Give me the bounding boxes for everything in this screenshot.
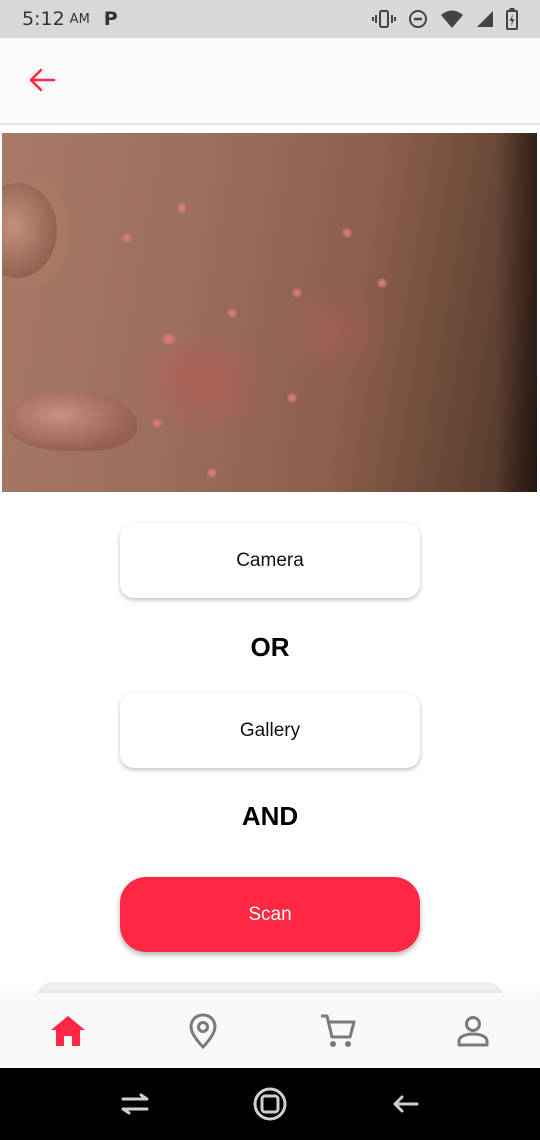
acne-spot (177, 203, 187, 213)
bottom-nav (0, 993, 540, 1068)
do-not-disturb-icon (409, 10, 427, 28)
battery-icon (506, 8, 518, 30)
home-circle-icon (253, 1087, 287, 1121)
recents-icon (121, 1093, 149, 1115)
vibrate-icon (372, 10, 396, 28)
acne-spot (122, 233, 132, 243)
system-nav-bar (0, 1068, 540, 1140)
nav-cart[interactable] (308, 1001, 368, 1061)
acne-spot (227, 308, 237, 318)
recents-button[interactable] (117, 1086, 153, 1122)
acne-spot (152, 418, 162, 428)
status-bar: 5:12 AM P (0, 0, 540, 38)
acne-spot (292, 288, 302, 298)
or-separator: OR (250, 632, 290, 662)
parking-app-icon: P (103, 8, 118, 30)
status-time: 5:12 (22, 8, 65, 30)
acne-spot (377, 278, 387, 288)
acne-spot (207, 468, 217, 478)
arrow-left-icon (29, 68, 56, 92)
nav-profile[interactable] (443, 1001, 503, 1061)
app-bar (0, 38, 540, 125)
location-pin-icon (188, 1012, 217, 1049)
status-icons (372, 8, 518, 30)
camera-button[interactable]: Camera (120, 523, 420, 598)
back-button[interactable] (26, 64, 58, 96)
scan-button[interactable]: Scan (120, 877, 420, 952)
gallery-button[interactable]: Gallery (120, 693, 420, 768)
signal-icon (477, 11, 493, 27)
acne-spot (162, 333, 176, 345)
photo-nose (2, 183, 57, 278)
shopping-cart-icon (320, 1014, 355, 1047)
and-separator: AND (241, 801, 299, 831)
nav-location[interactable] (173, 1001, 233, 1061)
skin-photo (2, 133, 537, 492)
back-icon (393, 1095, 419, 1113)
status-ampm: AM (69, 11, 90, 27)
home-system-button[interactable] (252, 1086, 288, 1122)
wifi-icon (441, 10, 463, 28)
photo-lip (7, 391, 137, 451)
back-system-button[interactable] (387, 1086, 423, 1122)
home-icon (50, 1015, 85, 1046)
nav-home[interactable] (38, 1001, 98, 1061)
profile-icon (457, 1015, 488, 1046)
photo-shadow (497, 133, 537, 492)
acne-spot (287, 393, 297, 403)
acne-spot (342, 228, 352, 238)
